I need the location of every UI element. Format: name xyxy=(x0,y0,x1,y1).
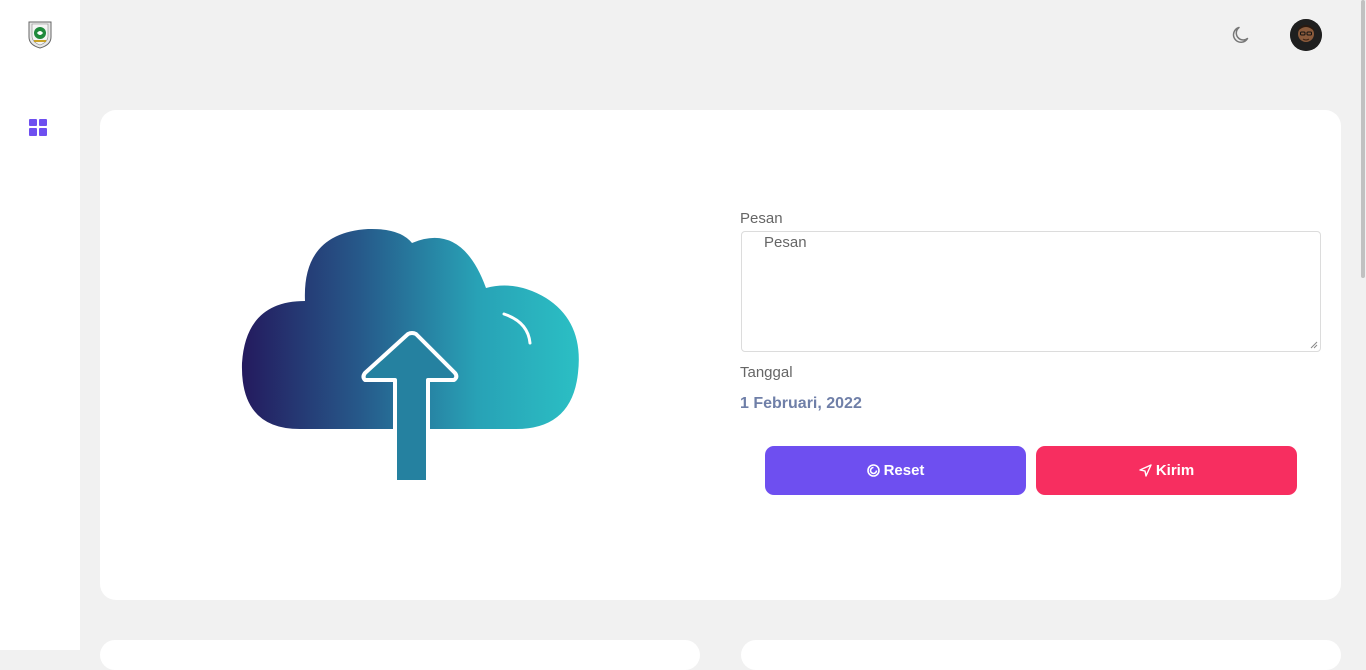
message-placeholder: Pesan xyxy=(764,234,807,251)
sidebar xyxy=(0,0,80,650)
date-value: 1 Februari, 2022 xyxy=(740,395,862,412)
lower-card-right xyxy=(741,640,1341,670)
reset-label: Reset xyxy=(883,462,925,479)
scrollbar-thumb[interactable] xyxy=(1361,0,1365,278)
moon-icon[interactable] xyxy=(1230,24,1252,46)
date-label: Tanggal xyxy=(740,364,793,381)
send-button[interactable]: Kirim xyxy=(1036,446,1297,495)
upload-card: Pesan Pesan Tanggal 1 Februari, 2022 Res… xyxy=(100,110,1341,600)
reset-button[interactable]: Reset xyxy=(765,446,1026,495)
cloud-upload-icon xyxy=(241,228,579,484)
message-textarea[interactable]: Pesan xyxy=(741,231,1321,352)
reset-icon xyxy=(866,464,880,477)
resize-grip-icon[interactable] xyxy=(1310,341,1318,349)
send-label: Kirim xyxy=(1155,462,1195,479)
message-label: Pesan xyxy=(740,210,783,227)
send-icon xyxy=(1139,464,1152,477)
lower-card-left xyxy=(100,640,700,670)
emblem-logo[interactable] xyxy=(26,19,54,49)
dashboard-grid-icon[interactable] xyxy=(29,119,47,137)
user-avatar[interactable] xyxy=(1290,19,1322,51)
avatar-image xyxy=(1290,19,1322,51)
